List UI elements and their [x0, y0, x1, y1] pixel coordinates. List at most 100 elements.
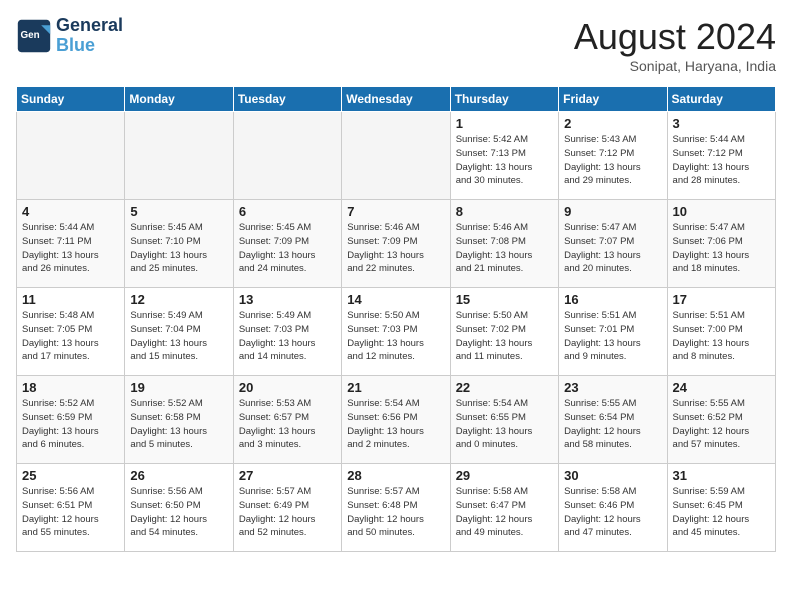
calendar-cell: 18 Sunrise: 5:52 AM Sunset: 6:59 PM Dayli… [17, 376, 125, 464]
calendar-cell: 15Sunrise: 5:50 AM Sunset: 7:02 PM Dayli… [450, 288, 558, 376]
day-number: 1 [456, 116, 553, 131]
day-info: Sunrise: 5:51 AM Sunset: 7:00 PM Dayligh… [673, 309, 770, 364]
day-number: 21 [347, 380, 444, 395]
day-number: 2 [564, 116, 661, 131]
day-number: 14 [347, 292, 444, 307]
day-info: Sunrise: 5:46 AM Sunset: 7:09 PM Dayligh… [347, 221, 444, 276]
svg-text:Gen: Gen [21, 30, 40, 41]
calendar-cell: 5Sunrise: 5:45 AM Sunset: 7:10 PM Daylig… [125, 200, 233, 288]
calendar-cell: 12 Sunrise: 5:49 AM Sunset: 7:04 PM Dayli… [125, 288, 233, 376]
calendar-cell: 9Sunrise: 5:47 AM Sunset: 7:07 PM Daylig… [559, 200, 667, 288]
day-number: 24 [673, 380, 770, 395]
calendar-week-row: 18 Sunrise: 5:52 AM Sunset: 6:59 PM Dayli… [17, 376, 776, 464]
calendar-week-row: 1 Sunrise: 5:42 AM Sunset: 7:13 PM Daylig… [17, 112, 776, 200]
day-number: 5 [130, 204, 227, 219]
day-number: 31 [673, 468, 770, 483]
calendar-cell: 10 Sunrise: 5:47 AM Sunset: 7:06 PM Dayli… [667, 200, 775, 288]
day-number: 10 [673, 204, 770, 219]
logo-text: General Blue [56, 16, 123, 56]
day-number: 27 [239, 468, 336, 483]
calendar-cell: 25 Sunrise: 5:56 AM Sunset: 6:51 PM Dayli… [17, 464, 125, 552]
calendar-cell: 30 Sunrise: 5:58 AM Sunset: 6:46 PM Dayli… [559, 464, 667, 552]
weekday-header-cell: Tuesday [233, 87, 341, 112]
day-number: 25 [22, 468, 119, 483]
logo: Gen General Blue [16, 16, 123, 56]
calendar-cell: 14Sunrise: 5:50 AM Sunset: 7:03 PM Dayli… [342, 288, 450, 376]
day-info: Sunrise: 5:47 AM Sunset: 7:06 PM Dayligh… [673, 221, 770, 276]
day-info: Sunrise: 5:58 AM Sunset: 6:47 PM Dayligh… [456, 485, 553, 540]
day-info: Sunrise: 5:54 AM Sunset: 6:56 PM Dayligh… [347, 397, 444, 452]
day-number: 29 [456, 468, 553, 483]
calendar-cell: 26 Sunrise: 5:56 AM Sunset: 6:50 PM Dayli… [125, 464, 233, 552]
weekday-header-cell: Monday [125, 87, 233, 112]
day-info: Sunrise: 5:51 AM Sunset: 7:01 PM Dayligh… [564, 309, 661, 364]
day-number: 28 [347, 468, 444, 483]
calendar-cell: 1 Sunrise: 5:42 AM Sunset: 7:13 PM Daylig… [450, 112, 558, 200]
day-info: Sunrise: 5:49 AM Sunset: 7:04 PM Dayligh… [130, 309, 227, 364]
day-number: 30 [564, 468, 661, 483]
weekday-header-row: SundayMondayTuesdayWednesdayThursdayFrid… [17, 87, 776, 112]
day-info: Sunrise: 5:59 AM Sunset: 6:45 PM Dayligh… [673, 485, 770, 540]
month-title: August 2024 [574, 16, 776, 58]
weekday-header-cell: Wednesday [342, 87, 450, 112]
calendar-cell: 21 Sunrise: 5:54 AM Sunset: 6:56 PM Dayli… [342, 376, 450, 464]
day-info: Sunrise: 5:52 AM Sunset: 6:59 PM Dayligh… [22, 397, 119, 452]
calendar-cell: 29 Sunrise: 5:58 AM Sunset: 6:47 PM Dayli… [450, 464, 558, 552]
calendar-cell [233, 112, 341, 200]
calendar-cell: 24 Sunrise: 5:55 AM Sunset: 6:52 PM Dayli… [667, 376, 775, 464]
weekday-header-cell: Thursday [450, 87, 558, 112]
day-number: 16 [564, 292, 661, 307]
page-header: Gen General Blue August 2024 Sonipat, Ha… [16, 16, 776, 74]
day-info: Sunrise: 5:47 AM Sunset: 7:07 PM Dayligh… [564, 221, 661, 276]
day-number: 20 [239, 380, 336, 395]
logo-icon: Gen [16, 18, 52, 54]
calendar-cell: 28 Sunrise: 5:57 AM Sunset: 6:48 PM Dayli… [342, 464, 450, 552]
calendar-week-row: 4Sunrise: 5:44 AM Sunset: 7:11 PM Daylig… [17, 200, 776, 288]
day-info: Sunrise: 5:42 AM Sunset: 7:13 PM Dayligh… [456, 133, 553, 188]
day-number: 6 [239, 204, 336, 219]
day-info: Sunrise: 5:46 AM Sunset: 7:08 PM Dayligh… [456, 221, 553, 276]
day-number: 7 [347, 204, 444, 219]
day-number: 18 [22, 380, 119, 395]
calendar-cell: 6 Sunrise: 5:45 AM Sunset: 7:09 PM Daylig… [233, 200, 341, 288]
day-info: Sunrise: 5:44 AM Sunset: 7:11 PM Dayligh… [22, 221, 119, 276]
weekday-header-cell: Sunday [17, 87, 125, 112]
day-info: Sunrise: 5:55 AM Sunset: 6:52 PM Dayligh… [673, 397, 770, 452]
calendar-cell: 22Sunrise: 5:54 AM Sunset: 6:55 PM Dayli… [450, 376, 558, 464]
day-info: Sunrise: 5:57 AM Sunset: 6:48 PM Dayligh… [347, 485, 444, 540]
logo-line1: General [56, 16, 123, 36]
day-info: Sunrise: 5:56 AM Sunset: 6:50 PM Dayligh… [130, 485, 227, 540]
day-info: Sunrise: 5:55 AM Sunset: 6:54 PM Dayligh… [564, 397, 661, 452]
location: Sonipat, Haryana, India [574, 58, 776, 74]
day-number: 8 [456, 204, 553, 219]
calendar-cell: 11 Sunrise: 5:48 AM Sunset: 7:05 PM Dayli… [17, 288, 125, 376]
calendar-cell [125, 112, 233, 200]
calendar-cell: 19 Sunrise: 5:52 AM Sunset: 6:58 PM Dayli… [125, 376, 233, 464]
calendar-week-row: 25 Sunrise: 5:56 AM Sunset: 6:51 PM Dayli… [17, 464, 776, 552]
calendar-cell: 4Sunrise: 5:44 AM Sunset: 7:11 PM Daylig… [17, 200, 125, 288]
day-info: Sunrise: 5:50 AM Sunset: 7:02 PM Dayligh… [456, 309, 553, 364]
calendar-cell: 20Sunrise: 5:53 AM Sunset: 6:57 PM Dayli… [233, 376, 341, 464]
day-number: 11 [22, 292, 119, 307]
day-info: Sunrise: 5:52 AM Sunset: 6:58 PM Dayligh… [130, 397, 227, 452]
calendar-cell: 3 Sunrise: 5:44 AM Sunset: 7:12 PM Daylig… [667, 112, 775, 200]
calendar-cell: 13Sunrise: 5:49 AM Sunset: 7:03 PM Dayli… [233, 288, 341, 376]
calendar-body: 1 Sunrise: 5:42 AM Sunset: 7:13 PM Daylig… [17, 112, 776, 552]
day-info: Sunrise: 5:48 AM Sunset: 7:05 PM Dayligh… [22, 309, 119, 364]
day-info: Sunrise: 5:43 AM Sunset: 7:12 PM Dayligh… [564, 133, 661, 188]
day-number: 3 [673, 116, 770, 131]
calendar-cell [342, 112, 450, 200]
weekday-header-cell: Friday [559, 87, 667, 112]
day-info: Sunrise: 5:45 AM Sunset: 7:09 PM Dayligh… [239, 221, 336, 276]
logo-line2: Blue [56, 36, 123, 56]
day-info: Sunrise: 5:44 AM Sunset: 7:12 PM Dayligh… [673, 133, 770, 188]
day-number: 22 [456, 380, 553, 395]
day-number: 19 [130, 380, 227, 395]
day-info: Sunrise: 5:58 AM Sunset: 6:46 PM Dayligh… [564, 485, 661, 540]
day-info: Sunrise: 5:56 AM Sunset: 6:51 PM Dayligh… [22, 485, 119, 540]
day-info: Sunrise: 5:49 AM Sunset: 7:03 PM Dayligh… [239, 309, 336, 364]
calendar-cell: 8 Sunrise: 5:46 AM Sunset: 7:08 PM Daylig… [450, 200, 558, 288]
day-number: 26 [130, 468, 227, 483]
day-number: 12 [130, 292, 227, 307]
calendar-cell: 27Sunrise: 5:57 AM Sunset: 6:49 PM Dayli… [233, 464, 341, 552]
